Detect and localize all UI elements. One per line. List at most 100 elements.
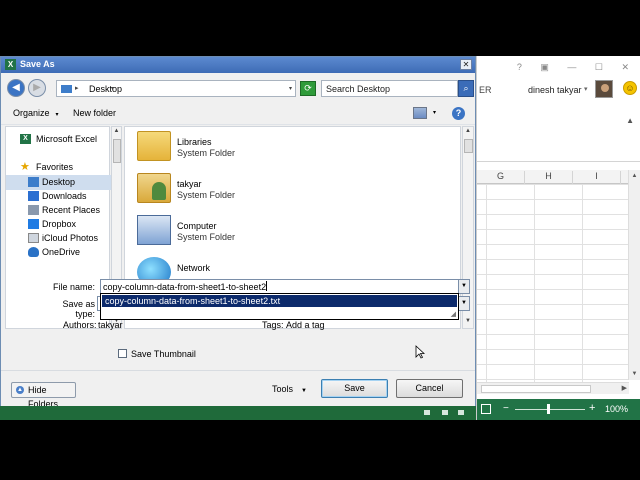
nav-item-label: iCloud Photos: [42, 233, 99, 243]
nav-item-favorites[interactable]: ★ Favorites: [6, 160, 111, 175]
close-button[interactable]: ✕: [460, 59, 472, 70]
column-header-h[interactable]: H: [525, 171, 573, 184]
tags-label: Tags:: [262, 320, 284, 330]
chevron-down-icon: ▼: [301, 388, 307, 394]
user-folder-icon: [137, 173, 171, 203]
authors-label: Authors:: [63, 320, 97, 330]
zoom-in-icon[interactable]: +: [589, 402, 595, 414]
status-bar: − + 100%: [477, 399, 640, 420]
authors-value[interactable]: takyar: [98, 320, 123, 330]
zoom-slider[interactable]: [515, 409, 585, 410]
breadcrumb-separator[interactable]: ▸: [75, 84, 79, 92]
user-name[interactable]: dinesh takyar: [528, 85, 582, 95]
nav-item-dropbox[interactable]: Dropbox: [6, 217, 111, 232]
excel-window-controls[interactable]: ? ▣ — ☐ ✕: [517, 62, 637, 73]
save-as-type-dropdown-icon[interactable]: ▼: [458, 296, 470, 311]
tags-value[interactable]: Add a tag: [286, 320, 325, 330]
dialog-toolbar: Organize ▾ New folder ▾ ?: [1, 103, 475, 125]
file-name: Libraries: [177, 137, 212, 147]
scroll-up-icon[interactable]: ▲: [112, 128, 121, 138]
save-button[interactable]: Save: [321, 379, 388, 398]
nav-item-label: Desktop: [42, 177, 76, 187]
nav-item-label: Downloads: [42, 191, 87, 201]
page-layout-icon[interactable]: [442, 410, 448, 415]
ribbon-tab-fragment[interactable]: ER: [479, 85, 492, 95]
new-folder-button[interactable]: New folder: [73, 108, 116, 118]
user-dropdown-icon[interactable]: ▾: [584, 85, 588, 93]
forward-button[interactable]: ▶: [28, 79, 46, 97]
save-as-dialog: X Save As ✕ ◀ ▶ ▸ Desktop ▾ ▾ ⟳ Search D…: [0, 56, 476, 412]
organize-label: Organize: [13, 108, 50, 118]
excel-status-strip: [0, 406, 476, 420]
scroll-down-icon[interactable]: ▼: [463, 318, 473, 328]
cancel-button[interactable]: Cancel: [396, 379, 463, 398]
resize-grip-icon[interactable]: ◢: [451, 310, 456, 318]
list-item[interactable]: Computer System Folder: [135, 213, 335, 253]
scrollbar-thumb[interactable]: [464, 139, 473, 153]
hide-folders-button[interactable]: ▲ Hide Folders: [11, 382, 76, 409]
file-name-input[interactable]: copy-column-data-from-sheet1-to-sheet2: [100, 279, 459, 294]
view-dropdown-icon[interactable]: ▾: [433, 109, 436, 116]
nav-item-desktop[interactable]: Desktop: [6, 175, 111, 190]
save-as-type-label: Save as type:: [62, 299, 95, 319]
ribbon-collapse-icon[interactable]: ▲: [626, 116, 634, 125]
avatar[interactable]: [595, 80, 613, 98]
breadcrumb-dropdown-icon[interactable]: ▾: [111, 85, 114, 92]
scrollbar-thumb[interactable]: [481, 385, 591, 393]
view-options-icon[interactable]: [413, 107, 427, 119]
excel-icon: X: [20, 134, 31, 144]
column-header-i[interactable]: I: [573, 171, 621, 184]
recent-places-icon: [28, 205, 39, 215]
nav-item-recent-places[interactable]: Recent Places: [6, 203, 111, 218]
save-thumbnail-label: Save Thumbnail: [131, 349, 196, 359]
search-placeholder: Search Desktop: [326, 84, 391, 94]
nav-item-label: OneDrive: [42, 247, 81, 257]
dialog-title: Save As: [20, 59, 55, 69]
zoom-out-icon[interactable]: −: [503, 403, 509, 414]
zoom-level[interactable]: 100%: [605, 404, 628, 414]
nav-item-icloud-photos[interactable]: iCloud Photos: [6, 231, 111, 246]
horizontal-scrollbar[interactable]: ▶: [477, 382, 629, 394]
back-button[interactable]: ◀: [7, 79, 25, 97]
vertical-scrollbar[interactable]: ▲ ▼: [628, 170, 640, 380]
normal-view-icon[interactable]: [424, 410, 430, 415]
column-header-g[interactable]: G: [477, 171, 525, 184]
list-item[interactable]: takyar System Folder: [135, 171, 335, 211]
file-name-dropdown-icon[interactable]: ▼: [458, 279, 470, 294]
file-type: System Folder: [177, 190, 236, 200]
breadcrumb-desktop[interactable]: Desktop: [89, 84, 122, 94]
nav-item-microsoft-excel[interactable]: X Microsoft Excel: [6, 132, 111, 147]
scroll-up-icon[interactable]: ▲: [463, 128, 473, 138]
screen: ? ▣ — ☐ ✕ ER dinesh takyar ▾ ☺ ▲ G H I ▲…: [0, 56, 640, 420]
search-icon[interactable]: ⌕: [458, 80, 474, 97]
cell-grid[interactable]: [477, 184, 629, 384]
nav-item-downloads[interactable]: Downloads: [6, 189, 111, 204]
address-bar[interactable]: ▸ Desktop ▾ ▾: [56, 80, 296, 97]
scroll-down-icon[interactable]: ▼: [629, 368, 640, 380]
list-item[interactable]: Libraries System Folder: [135, 129, 335, 169]
refresh-icon[interactable]: ⟳: [300, 81, 316, 96]
smiley-icon[interactable]: ☺: [623, 81, 637, 95]
nav-item-onedrive[interactable]: OneDrive: [6, 245, 111, 260]
scroll-up-icon[interactable]: ▲: [629, 170, 640, 182]
organize-button[interactable]: Organize ▾: [13, 108, 59, 118]
folder-icon: [61, 85, 72, 93]
chevron-up-icon: ▲: [16, 386, 24, 394]
dialog-titlebar: X Save As ✕: [1, 57, 475, 73]
search-input[interactable]: Search Desktop: [321, 80, 458, 97]
icloud-photos-icon: [28, 233, 39, 243]
zoom-slider-handle[interactable]: [547, 404, 550, 414]
autocomplete-suggestion[interactable]: copy-column-data-from-sheet1-to-sheet2.t…: [102, 295, 457, 307]
page-break-icon[interactable]: [458, 410, 464, 415]
save-thumbnail-checkbox[interactable]: [118, 349, 127, 358]
tools-button[interactable]: Tools ▼: [272, 384, 307, 394]
excel-titlebar: ? ▣ — ☐ ✕: [477, 56, 640, 76]
onedrive-icon: [28, 247, 39, 257]
page-view-icon[interactable]: [481, 404, 491, 414]
help-icon[interactable]: ?: [452, 107, 465, 120]
address-history-icon[interactable]: ▾: [289, 85, 292, 92]
file-type: System Folder: [177, 232, 236, 242]
scrollbar-thumb[interactable]: [113, 139, 121, 163]
scroll-right-icon[interactable]: ▶: [622, 384, 627, 392]
dropbox-icon: [28, 219, 39, 229]
